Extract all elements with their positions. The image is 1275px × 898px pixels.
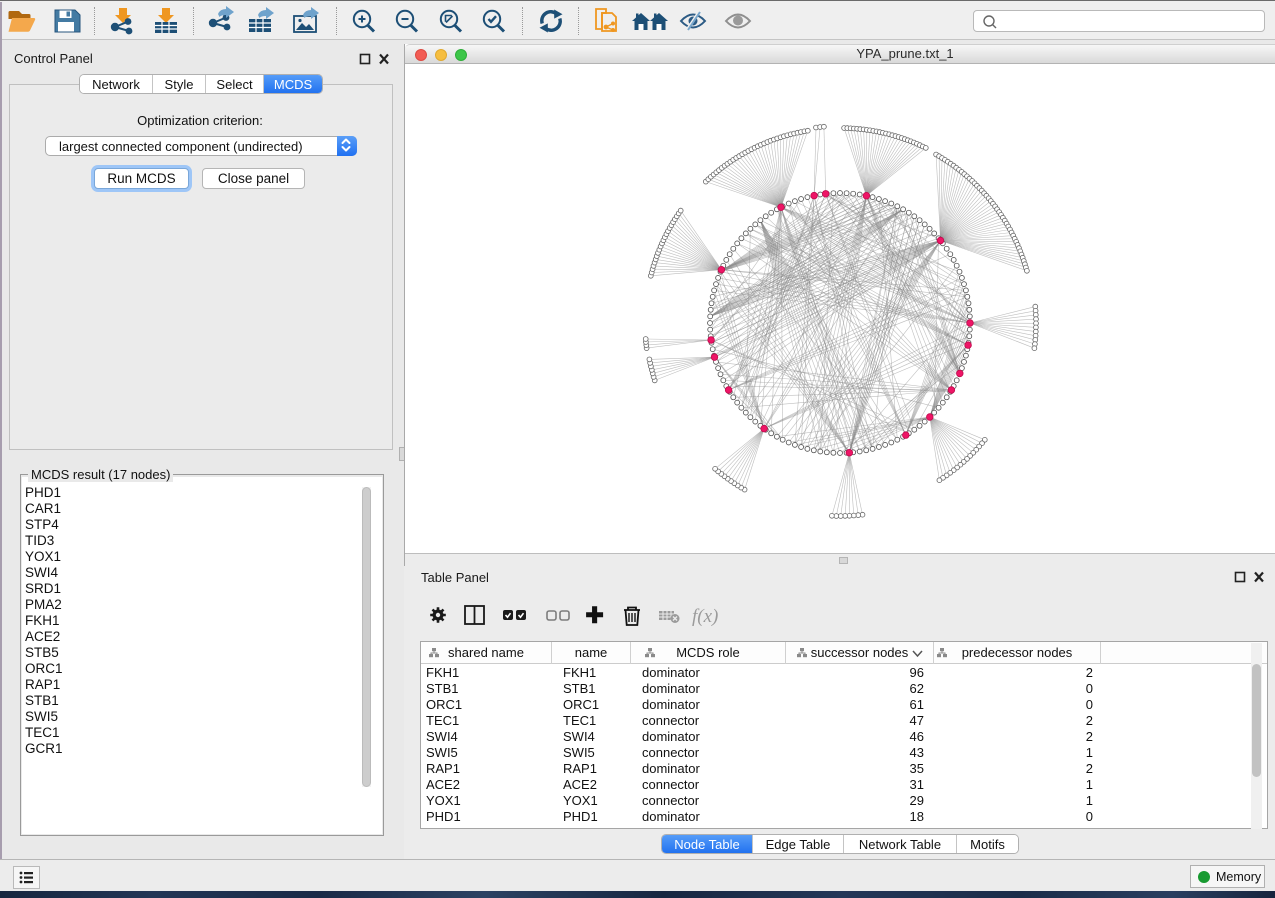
svg-text:f(x): f(x) [692, 606, 718, 627]
